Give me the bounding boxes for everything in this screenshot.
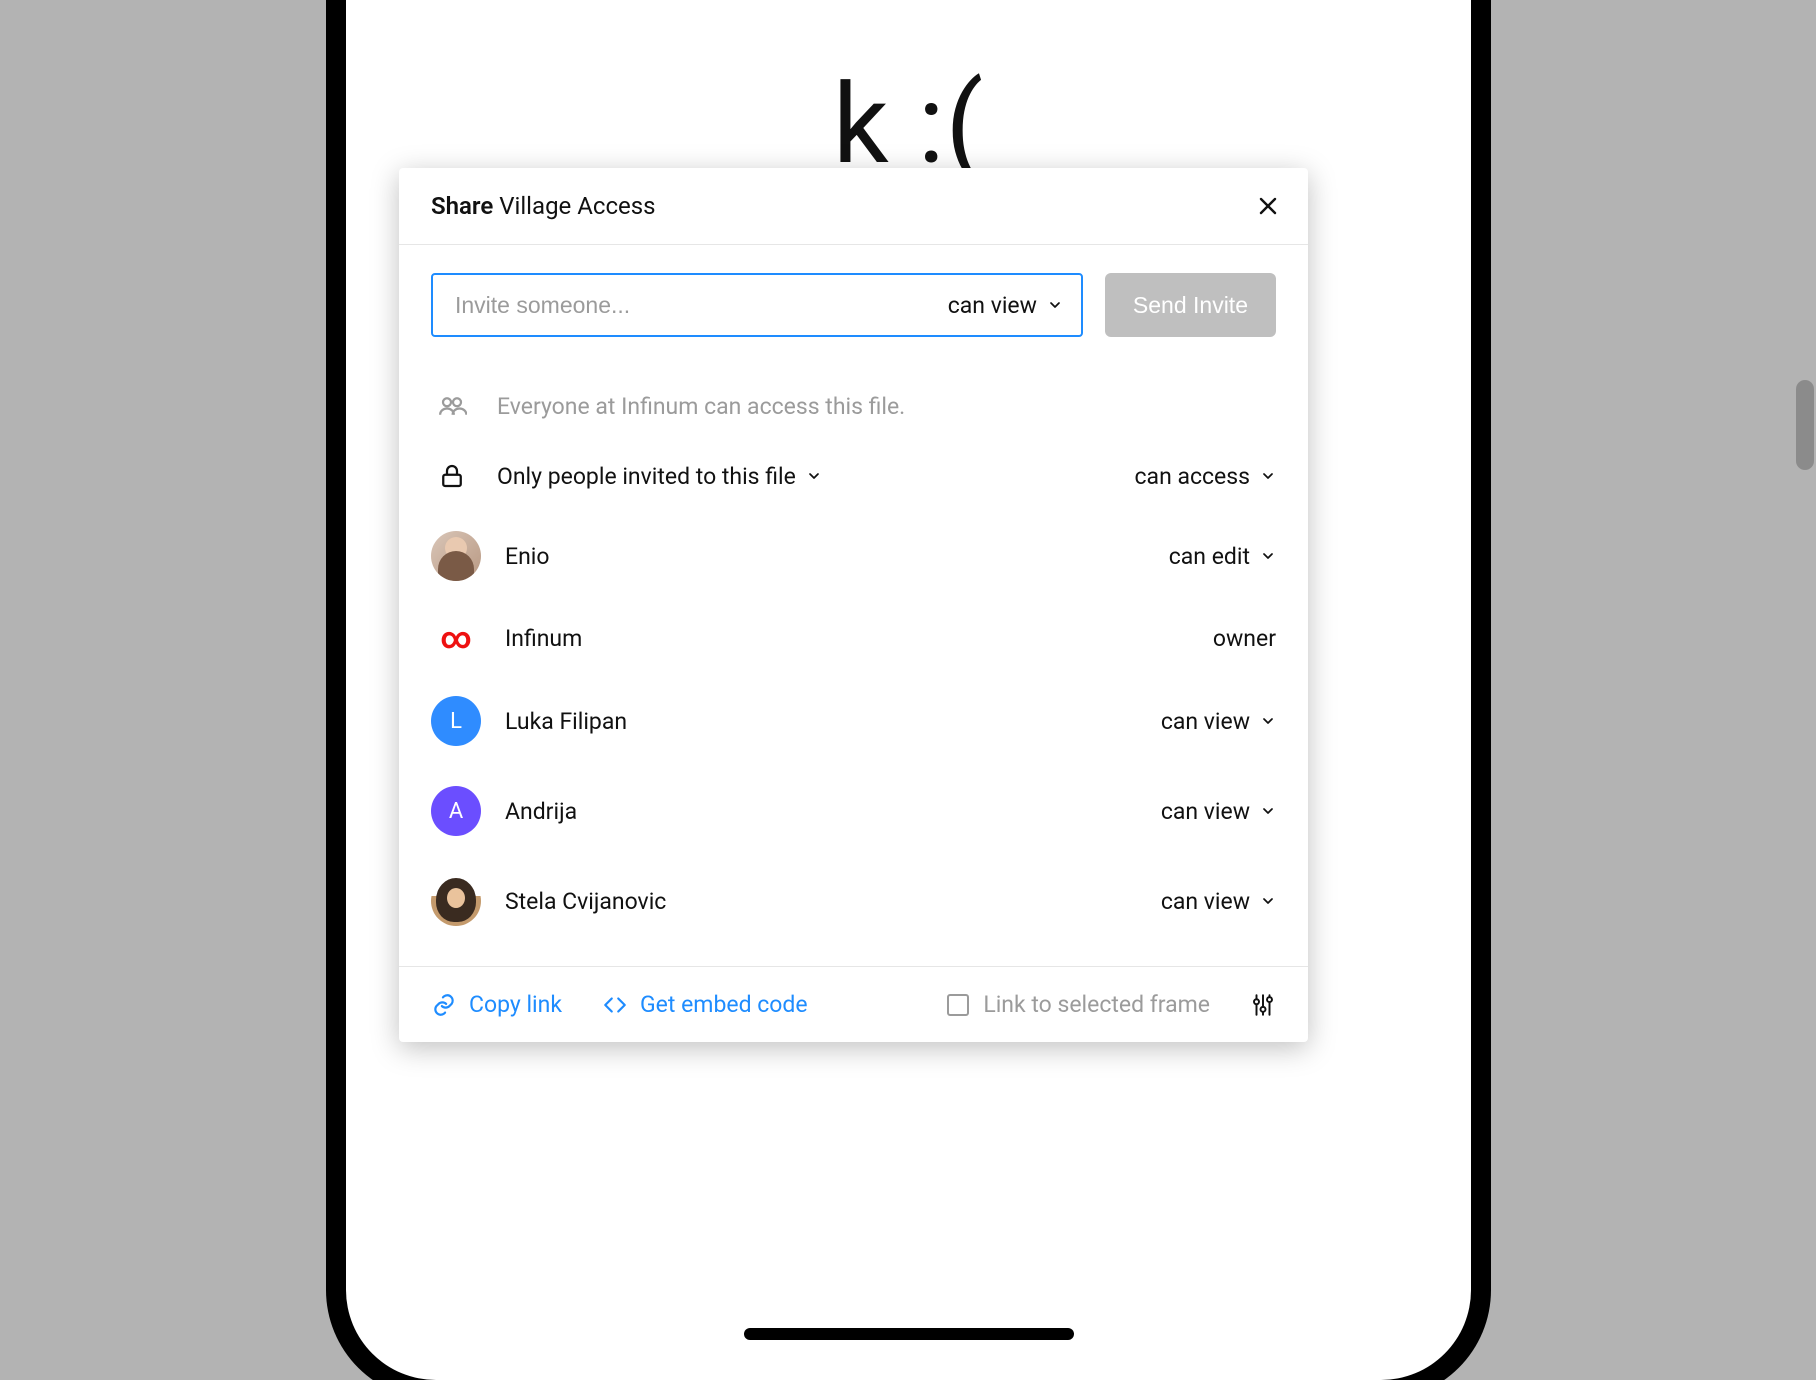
link-scope-label[interactable]: Only people invited to this file: [497, 463, 1111, 490]
get-embed-button[interactable]: Get embed code: [602, 991, 808, 1018]
modal-footer: Copy link Get embed code Link to selecte…: [399, 966, 1308, 1042]
scrollbar-thumb[interactable]: [1796, 380, 1814, 470]
chevron-down-icon: [1260, 713, 1276, 729]
member-permission-dropdown: owner: [1213, 625, 1276, 652]
chevron-down-icon: [1047, 297, 1063, 313]
modal-title-name: Village Access: [499, 192, 655, 220]
chevron-down-icon: [1260, 803, 1276, 819]
member-permission-dropdown[interactable]: can view: [1161, 888, 1276, 915]
org-access-row: Everyone at Infinum can access this file…: [431, 371, 1276, 441]
modal-title: Share Village Access: [431, 192, 656, 220]
member-avatar-slot: A: [431, 786, 481, 836]
invite-field[interactable]: can view: [431, 273, 1083, 337]
org-access-text: Everyone at Infinum can access this file…: [497, 393, 1276, 420]
people-icon: [431, 391, 473, 421]
member-permission-label: owner: [1213, 625, 1276, 652]
sliders-icon: [1250, 992, 1276, 1018]
member-name: Luka Filipan: [505, 708, 1137, 735]
member-permission-dropdown[interactable]: can view: [1161, 798, 1276, 825]
link-to-frame-label: Link to selected frame: [983, 991, 1210, 1018]
member-avatar-slot: [431, 876, 481, 926]
home-indicator: [744, 1328, 1074, 1340]
member-permission-dropdown[interactable]: can edit: [1169, 543, 1276, 570]
member-row: Stela Cvijanovic can view: [431, 856, 1276, 946]
avatar: [431, 876, 481, 926]
send-invite-button[interactable]: Send Invite: [1105, 273, 1276, 337]
modal-header: Share Village Access: [399, 168, 1308, 245]
members-list: Enio can edit ∞ Infinum owner L Luka Filipan ca…: [431, 511, 1276, 946]
infinum-logo-icon: ∞: [435, 621, 477, 656]
member-name: Andrija: [505, 798, 1137, 825]
canvas-left-gutter: [0, 0, 110, 1358]
link-scope-row: Only people invited to this file can acc…: [431, 441, 1276, 511]
member-row: Enio can edit: [431, 511, 1276, 601]
copy-link-button[interactable]: Copy link: [431, 991, 562, 1018]
link-scope-text: Only people invited to this file: [497, 463, 796, 490]
member-name: Infinum: [505, 625, 1189, 652]
member-permission-label: can view: [1161, 798, 1250, 825]
close-icon: [1256, 194, 1280, 218]
member-permission-label: can view: [1161, 708, 1250, 735]
member-name: Enio: [505, 543, 1145, 570]
avatar: [431, 531, 481, 581]
chevron-down-icon: [806, 468, 822, 484]
checkbox-icon: [947, 994, 969, 1016]
link-scope-permission-dropdown[interactable]: can access: [1135, 463, 1276, 490]
member-name: Stela Cvijanovic: [505, 888, 1137, 915]
member-permission-label: can view: [1161, 888, 1250, 915]
share-modal: Share Village Access can view Send Invit…: [399, 168, 1308, 1042]
chevron-down-icon: [1260, 893, 1276, 909]
avatar: A: [431, 786, 481, 836]
invite-permission-label: can view: [948, 292, 1037, 319]
member-avatar-slot: [431, 531, 481, 581]
modal-title-prefix: Share: [431, 192, 493, 220]
member-permission-dropdown[interactable]: can view: [1161, 708, 1276, 735]
get-embed-label: Get embed code: [640, 991, 808, 1018]
member-row: L Luka Filipan can view: [431, 676, 1276, 766]
close-button[interactable]: [1256, 194, 1280, 218]
member-permission-label: can edit: [1169, 543, 1250, 570]
invite-input[interactable]: [455, 292, 948, 319]
chevron-down-icon: [1260, 468, 1276, 484]
chevron-down-icon: [1260, 548, 1276, 564]
avatar: L: [431, 696, 481, 746]
link-icon: [431, 992, 457, 1018]
share-settings-button[interactable]: [1250, 992, 1276, 1018]
member-row: ∞ Infinum owner: [431, 601, 1276, 676]
link-scope-permission: can access: [1135, 463, 1250, 490]
lock-icon: [431, 461, 473, 491]
invite-permission-dropdown[interactable]: can view: [948, 292, 1063, 319]
member-avatar-slot: ∞: [431, 621, 481, 656]
link-to-frame-checkbox[interactable]: Link to selected frame: [947, 991, 1210, 1018]
member-row: A Andrija can view: [431, 766, 1276, 856]
code-icon: [602, 992, 628, 1018]
copy-link-label: Copy link: [469, 991, 562, 1018]
invite-row: can view Send Invite: [431, 273, 1276, 337]
member-avatar-slot: L: [431, 696, 481, 746]
canvas-right-gutter: [1706, 0, 1816, 1358]
